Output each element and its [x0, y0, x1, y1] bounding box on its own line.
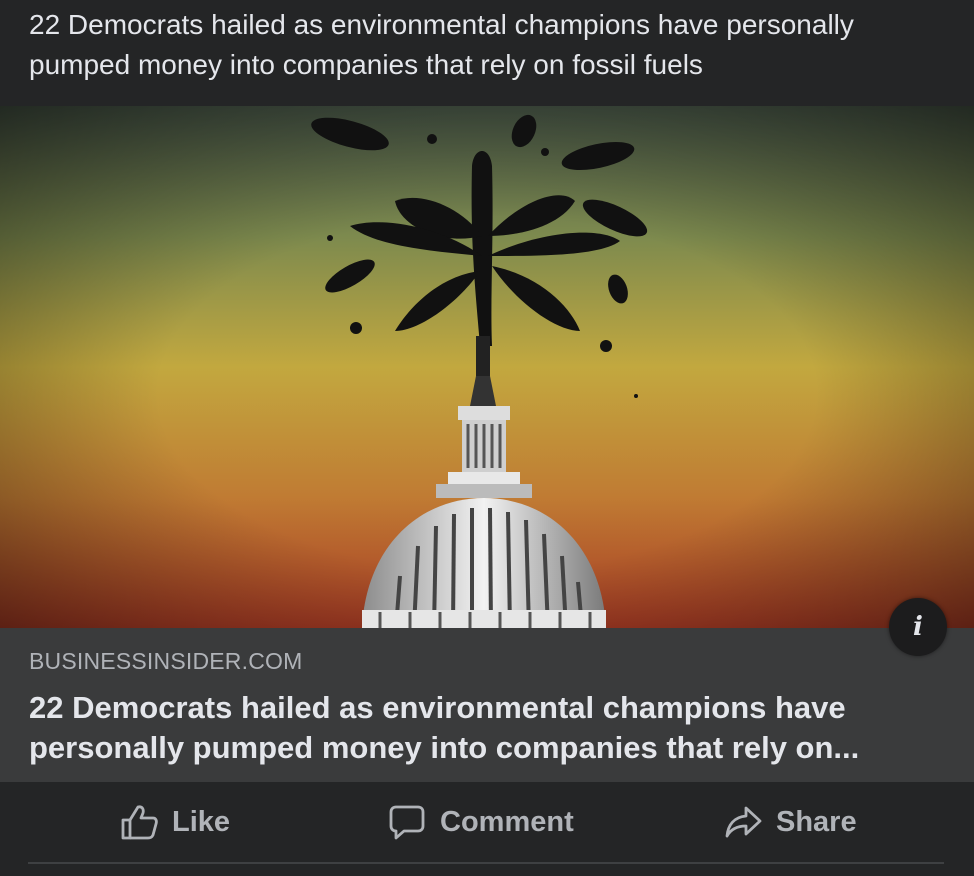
link-domain: BUSINESSINSIDER.COM	[29, 648, 303, 674]
divider	[28, 862, 944, 864]
thumbs-up-icon	[121, 805, 158, 840]
comment-label: Comment	[440, 805, 574, 838]
comment-button[interactable]: Comment	[388, 782, 574, 862]
link-preview-image[interactable]	[0, 106, 974, 628]
link-preview-meta[interactable]: BUSINESSINSIDER.COM 22 Democrats hailed …	[0, 628, 974, 782]
post-text: 22 Democrats hailed as environmental cha…	[29, 9, 854, 80]
like-button[interactable]: Like	[120, 782, 230, 862]
info-icon: i	[913, 612, 923, 642]
like-label: Like	[172, 805, 231, 838]
share-button[interactable]: Share	[724, 782, 857, 862]
comment-icon	[389, 805, 425, 840]
share-label: Share	[776, 805, 857, 838]
action-bar: Like Comment Share	[0, 782, 974, 862]
info-button[interactable]: i	[889, 598, 947, 656]
share-arrow-icon	[725, 806, 762, 838]
link-headline: 22 Democrats hailed as environmental cha…	[29, 690, 860, 765]
